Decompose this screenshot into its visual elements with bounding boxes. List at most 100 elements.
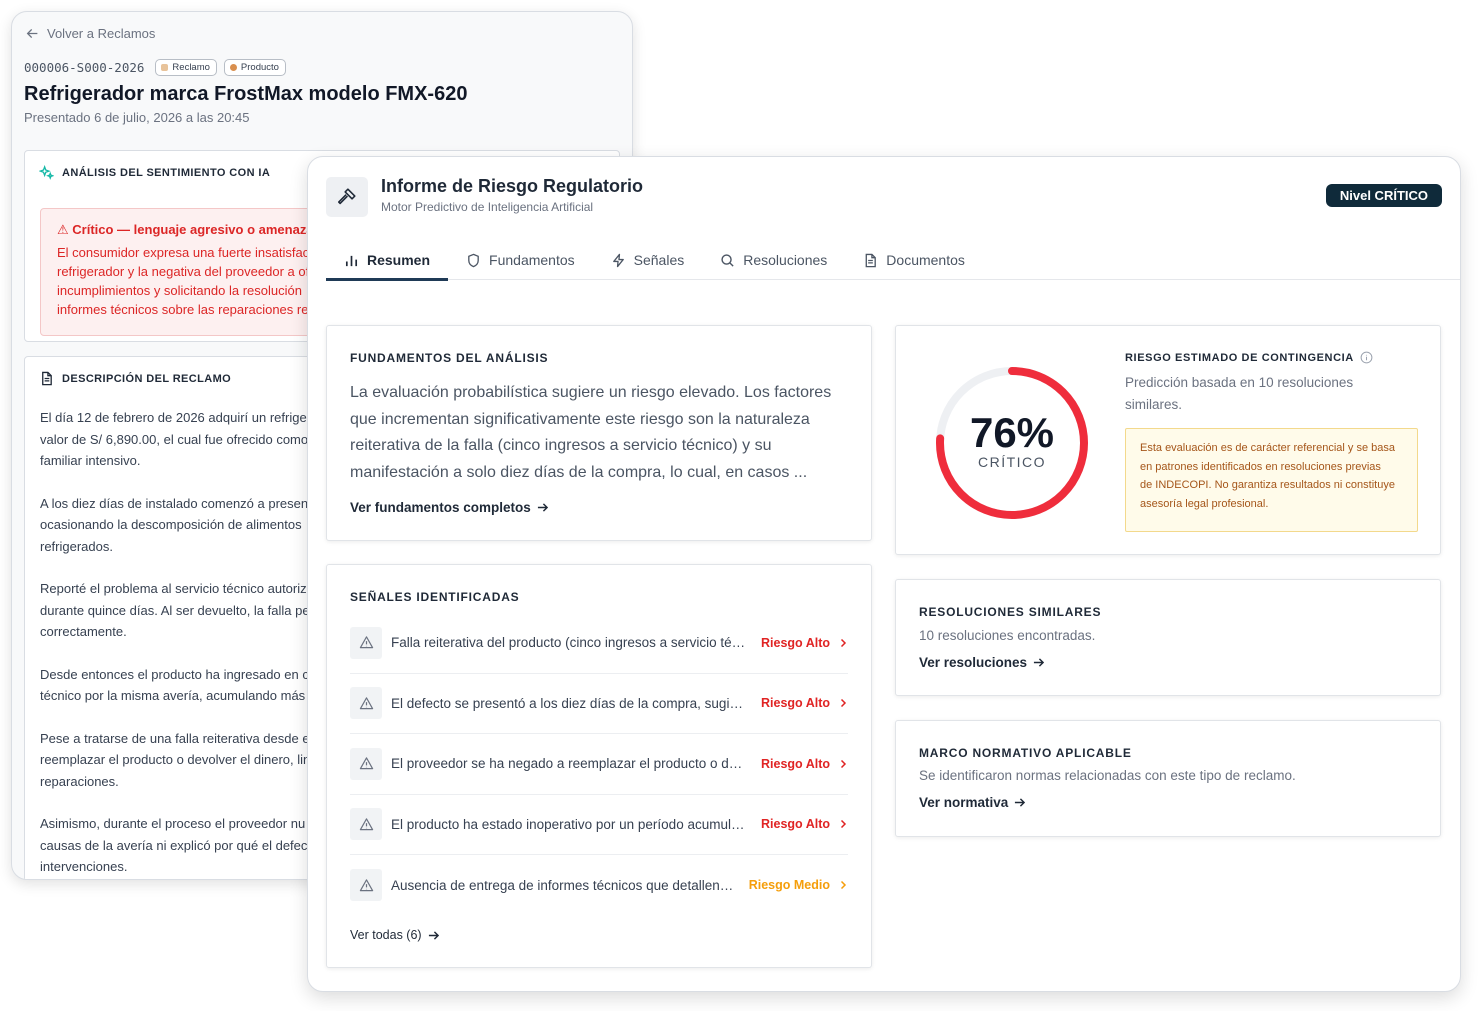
disclaimer-line: en patrones identificados en resolucione…: [1140, 460, 1381, 473]
sparkle-icon: [39, 165, 54, 180]
ver-resoluciones-link[interactable]: Ver resoluciones: [919, 655, 1045, 670]
disclaimer-line: asesoría legal profesional.: [1140, 498, 1269, 511]
tab-label: Resumen: [367, 252, 431, 268]
fundamentos-line: que incrementan significativamente este …: [350, 410, 810, 428]
link-label: Ver fundamentos completos: [350, 500, 531, 515]
box-icon: [229, 64, 237, 71]
signal-row[interactable]: El defecto se presentó a los diez días d…: [350, 674, 848, 734]
risk-report-window: Informe de Riesgo Regulatorio Motor Pred…: [307, 156, 1461, 992]
signal-text: Falla reiterativa del producto (cinco in…: [391, 635, 762, 651]
sentiment-heading-label: ANÁLISIS DEL SENTIMIENTO CON IA: [62, 166, 271, 179]
warning-triangle-icon: [350, 869, 382, 902]
chevron-right-icon: [840, 699, 847, 708]
tab-documentos[interactable]: Documentos: [845, 240, 983, 280]
chip-reclamo: Reclamo: [155, 59, 217, 76]
case-code: 000006-S000-2026: [24, 60, 145, 75]
tab-resumen[interactable]: Resumen: [326, 240, 449, 281]
gavel-icon: [337, 188, 356, 205]
fundamentos-line: manifestación a solo diez días de la com…: [350, 463, 808, 481]
link-label: Ver todas (6): [350, 928, 422, 942]
chip-producto-label: Producto: [240, 62, 279, 73]
tab-label: Documentos: [886, 252, 965, 268]
case-title: Refrigerador marca FrostMax modelo FMX-6…: [24, 83, 468, 105]
warning-triangle-icon: [350, 626, 382, 659]
document-icon: [42, 371, 52, 386]
ver-fundamentos-link[interactable]: Ver fundamentos completos: [350, 500, 548, 515]
warning-triangle-icon: [350, 687, 382, 720]
risk-label: CRÍTICO: [977, 454, 1047, 470]
lightning-icon: [612, 253, 624, 267]
risk-estimate-card: 76% CRÍTICO RIESGO ESTIMADO DE CONTINGEN…: [895, 325, 1441, 555]
arrow-left-icon: [26, 28, 38, 39]
chevron-right-icon: [840, 638, 847, 647]
similar-desc: 10 resoluciones encontradas.: [919, 628, 1096, 643]
fundamentos-line: La evaluación probabilística sugiere un …: [350, 384, 832, 401]
chevron-right-icon: [840, 881, 847, 890]
arrow-right-icon: [537, 503, 548, 512]
signal-text: El proveedor se ha negado a reemplazar e…: [391, 756, 762, 772]
description-heading-label: DESCRIPCIÓN DEL RECLAMO: [62, 372, 232, 385]
tab-fundamentos[interactable]: Fundamentos: [448, 240, 593, 280]
signal-risk-badge: Riesgo Alto: [761, 756, 830, 771]
info-icon[interactable]: [1360, 351, 1373, 364]
risk-percent: 76%: [969, 409, 1055, 456]
similar-resolutions-card: RESOLUCIONES SIMILARES 10 resoluciones e…: [895, 579, 1441, 696]
warning-triangle-icon: [350, 808, 382, 841]
report-tabs: Resumen Fundamentos Señales Resoluciones…: [326, 240, 1460, 281]
bar-chart-icon: [345, 255, 358, 266]
back-link-label: Volver a Reclamos: [47, 26, 156, 41]
signal-text: El producto ha estado inoperativo por un…: [391, 816, 754, 832]
shield-icon: [468, 253, 479, 267]
tab-label: Señales: [633, 252, 685, 268]
fundamentos-line: reiterativa de la falla (cinco ingresos …: [350, 437, 772, 454]
signal-row[interactable]: Ausencia de entrega de informes técnicos…: [350, 855, 848, 916]
tab-senales[interactable]: Señales: [593, 240, 703, 280]
risk-title-label: RIESGO ESTIMADO DE CONTINGENCIA: [1125, 351, 1354, 364]
arrow-right-icon: [1015, 798, 1026, 807]
chip-reclamo-label: Reclamo: [172, 62, 210, 73]
warning-triangle-icon: [350, 747, 382, 780]
chevron-right-icon: [840, 759, 847, 768]
ver-todas-link[interactable]: Ver todas (6): [350, 928, 439, 942]
risk-title: RIESGO ESTIMADO DE CONTINGENCIA: [1125, 351, 1373, 364]
arrow-right-icon: [1033, 658, 1045, 667]
signals-card: SEÑALES IDENTIFICADAS Falla reiterativa …: [326, 564, 872, 968]
chip-producto: Producto: [223, 59, 286, 76]
ver-normativa-link[interactable]: Ver normativa: [919, 795, 1026, 810]
report-title: Informe de Riesgo Regulatorio: [381, 176, 644, 196]
report-subtitle: Motor Predictivo de Inteligencia Artific…: [381, 200, 594, 214]
signal-text: Ausencia de entrega de informes técnicos…: [391, 877, 749, 893]
signal-row[interactable]: El proveedor se ha negado a reemplazar e…: [350, 734, 848, 795]
similar-title: RESOLUCIONES SIMILARES: [919, 605, 1102, 619]
fundamentos-text: La evaluación probabilística sugiere un …: [350, 380, 831, 486]
normativa-title: MARCO NORMATIVO APLICABLE: [919, 746, 1132, 760]
signal-risk-badge: Riesgo Alto: [761, 635, 830, 650]
signals-title: SEÑALES IDENTIFICADAS: [350, 590, 520, 604]
risk-prediction-note: Predicción basada en 10 resoluciones sim…: [1125, 375, 1354, 412]
normativa-desc: Se identificaron normas relacionadas con…: [919, 768, 1296, 783]
description-heading: DESCRIPCIÓN DEL RECLAMO: [39, 371, 231, 386]
signal-risk-badge: Riesgo Medio: [748, 878, 830, 893]
tab-label: Resoluciones: [743, 252, 828, 268]
case-submitted-date: Presentado 6 de julio, 2026 a las 20:45: [24, 110, 250, 125]
fundamentos-card: FUNDAMENTOS DEL ANÁLISIS La evaluación p…: [326, 325, 872, 541]
search-icon: [721, 253, 734, 267]
tab-label: Fundamentos: [489, 252, 575, 268]
sentiment-heading: ANÁLISIS DEL SENTIMIENTO CON IA: [39, 165, 270, 180]
tab-resoluciones[interactable]: Resoluciones: [702, 240, 845, 280]
signal-row[interactable]: El producto ha estado inoperativo por un…: [350, 795, 848, 855]
file-text-icon: [865, 253, 877, 267]
link-label: Ver normativa: [919, 795, 1009, 810]
legal-framework-card: MARCO NORMATIVO APLICABLE Se identificar…: [895, 720, 1441, 837]
fundamentos-title: FUNDAMENTOS DEL ANÁLISIS: [350, 351, 549, 365]
back-to-claims-link[interactable]: Volver a Reclamos: [26, 26, 155, 41]
signal-risk-badge: Riesgo Alto: [761, 817, 830, 832]
arrow-right-icon: [428, 930, 439, 940]
clipboard-icon: [161, 64, 169, 71]
disclaimer-line: de INDECOPI. No garantiza resultados ni …: [1140, 479, 1395, 492]
disclaimer-line: Esta evaluación es de carácter referenci…: [1140, 442, 1395, 454]
chevron-right-icon: [840, 820, 847, 829]
disclaimer-box: Esta evaluación es de carácter referenci…: [1125, 428, 1418, 532]
signal-row[interactable]: Falla reiterativa del producto (cinco in…: [350, 613, 848, 674]
link-label: Ver resoluciones: [919, 655, 1028, 670]
